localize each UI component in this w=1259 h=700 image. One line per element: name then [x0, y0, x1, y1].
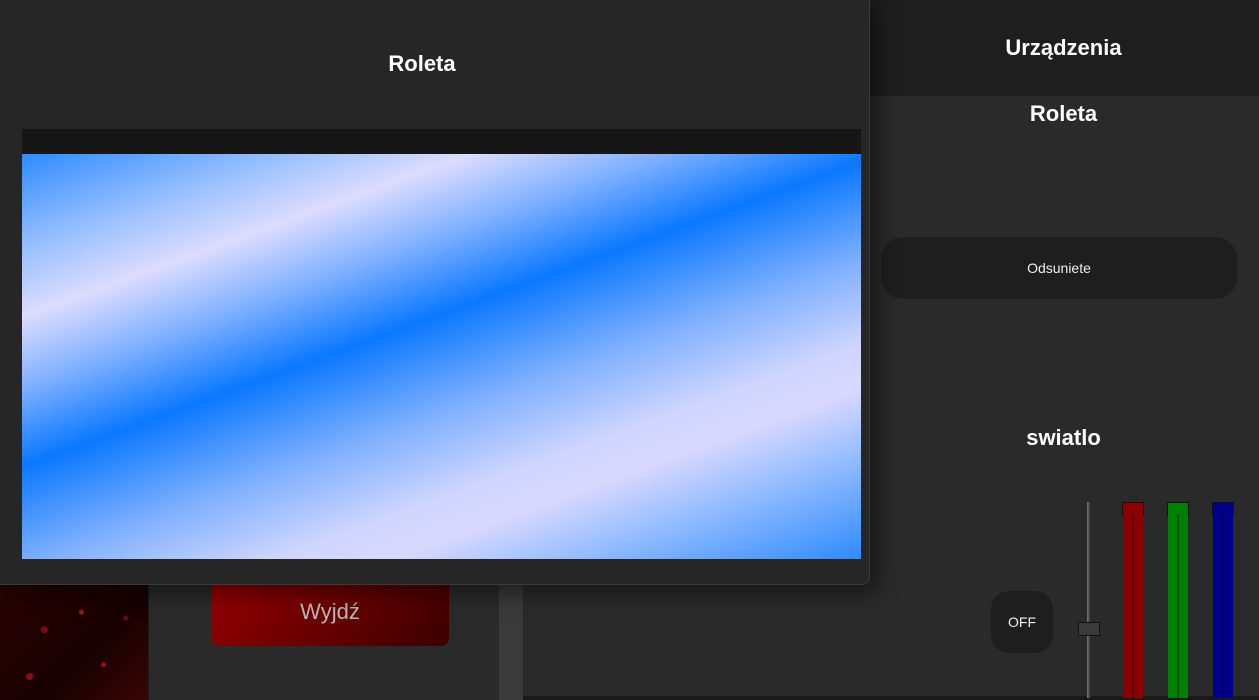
- blue-slider-handle[interactable]: [1212, 502, 1234, 516]
- blind-dialog: Roleta: [0, 0, 870, 585]
- blind-visualization: [22, 129, 861, 559]
- blind-state-button[interactable]: Odsuniete: [881, 237, 1237, 299]
- light-power-button[interactable]: OFF: [991, 591, 1053, 653]
- background-image: [0, 583, 149, 700]
- exit-button[interactable]: Wyjdź: [211, 577, 449, 646]
- dialog-title: Roleta: [388, 51, 456, 76]
- light-title: swiatlo: [1026, 425, 1101, 450]
- red-slider-handle[interactable]: [1122, 502, 1144, 516]
- blind-title: Roleta: [1029, 101, 1098, 126]
- blue-slider[interactable]: [1212, 502, 1234, 698]
- red-slider[interactable]: [1122, 502, 1144, 698]
- brightness-slider[interactable]: [1087, 502, 1091, 698]
- window-glass: [22, 154, 861, 559]
- green-slider[interactable]: [1167, 502, 1189, 698]
- devices-header: Urządzenia: [868, 0, 1259, 96]
- brightness-slider-handle[interactable]: [1078, 621, 1100, 636]
- green-slider-handle[interactable]: [1167, 502, 1189, 516]
- blind-roller: [22, 129, 861, 154]
